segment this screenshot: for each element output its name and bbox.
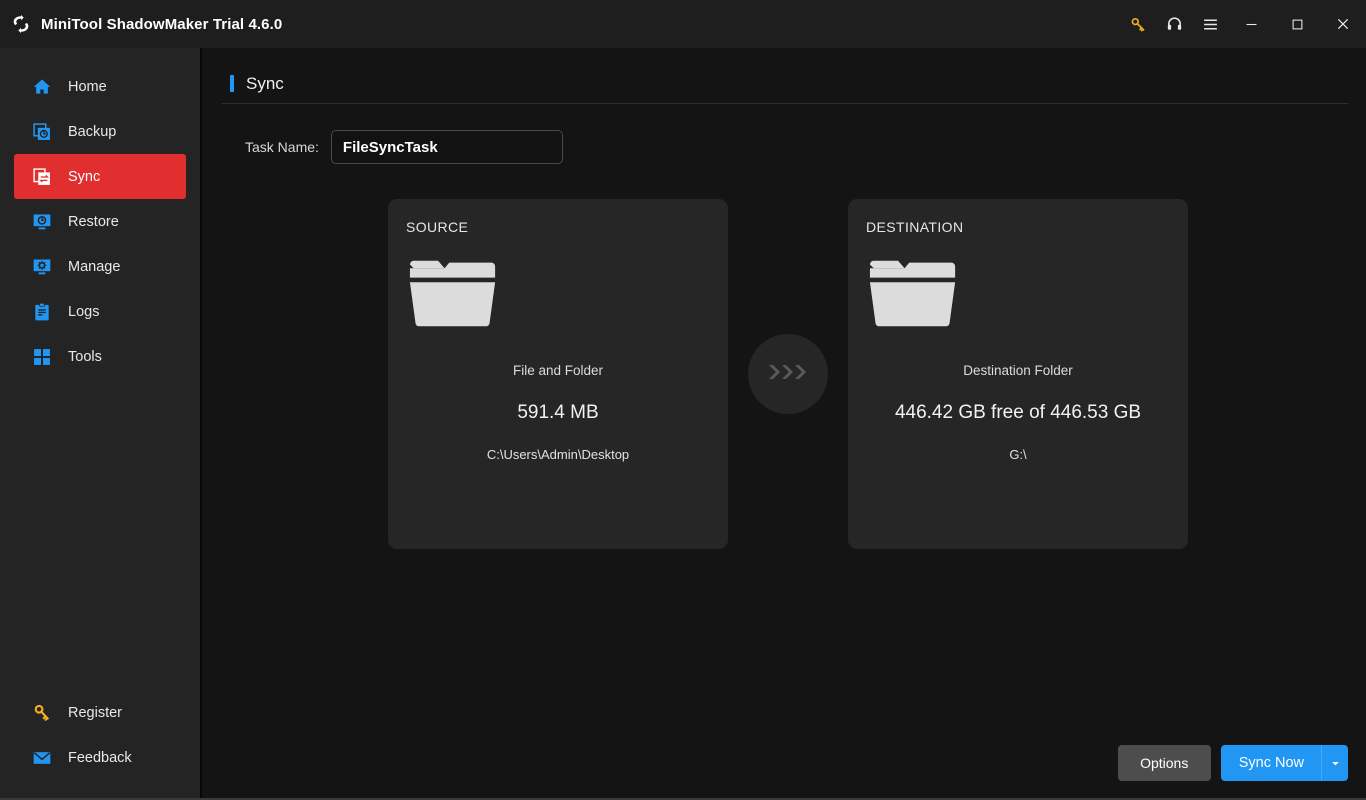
task-name-input[interactable] xyxy=(330,130,563,164)
main-content: Sync Task Name: SOURCE File an xyxy=(202,48,1366,798)
sidebar-item-home[interactable]: Home xyxy=(14,64,186,109)
page-header: Sync xyxy=(222,66,1348,104)
destination-panel-title: DESTINATION xyxy=(866,219,964,235)
sync-panels: SOURCE File and Folder 591.4 MB C:\Users… xyxy=(222,199,1348,549)
sidebar-item-label: Restore xyxy=(68,213,119,230)
page-title: Sync xyxy=(246,73,284,93)
sidebar-item-label: Manage xyxy=(68,258,121,275)
home-icon xyxy=(32,77,52,97)
window-body: Home Backup Sync Restore Manage Logs Too… xyxy=(0,48,1366,798)
sidebar-item-label: Backup xyxy=(68,123,117,140)
sidebar-item-label: Feedback xyxy=(68,749,132,766)
sidebar-item-label: Register xyxy=(68,704,122,721)
app-title: MiniTool ShadowMaker Trial 4.6.0 xyxy=(41,15,283,33)
key-icon[interactable] xyxy=(1120,7,1156,41)
sidebar-item-backup[interactable]: Backup xyxy=(14,109,186,154)
sync-icon xyxy=(32,167,52,187)
hamburger-menu-icon[interactable] xyxy=(1192,7,1228,41)
sidebar-item-restore[interactable]: Restore xyxy=(14,199,186,244)
app-window: MiniTool ShadowMaker Trial 4.6.0 Home Ba… xyxy=(0,0,1366,800)
sidebar: Home Backup Sync Restore Manage Logs Too… xyxy=(0,48,202,798)
folder-icon xyxy=(406,257,710,335)
source-panel-path: C:\Users\Admin\Desktop xyxy=(486,447,630,462)
destination-panel-subtitle: Destination Folder xyxy=(963,363,1073,378)
manage-icon xyxy=(32,257,52,277)
sidebar-item-label: Logs xyxy=(68,303,100,320)
source-panel[interactable]: SOURCE File and Folder 591.4 MB C:\Users… xyxy=(388,199,728,549)
headset-icon[interactable] xyxy=(1156,7,1192,41)
sidebar-item-register[interactable]: Register xyxy=(14,690,186,735)
sidebar-item-label: Tools xyxy=(68,348,102,365)
sidebar-item-manage[interactable]: Manage xyxy=(14,244,186,289)
sidebar-item-tools[interactable]: Tools xyxy=(14,334,186,379)
caret-down-icon[interactable] xyxy=(1322,745,1348,781)
minimize-icon[interactable] xyxy=(1228,7,1274,41)
maximize-icon[interactable] xyxy=(1274,7,1320,41)
task-name-label: Task Name: xyxy=(245,139,319,155)
sidebar-item-sync[interactable]: Sync xyxy=(14,154,186,199)
restore-icon xyxy=(32,212,52,232)
sync-logo-icon xyxy=(10,13,32,35)
title-bar: MiniTool ShadowMaker Trial 4.6.0 xyxy=(0,0,1366,48)
source-panel-subtitle: File and Folder xyxy=(512,363,604,378)
folder-icon xyxy=(866,257,1170,335)
destination-panel[interactable]: DESTINATION Destination Folder 446.42 GB… xyxy=(848,199,1188,549)
page-title-accent-bar xyxy=(230,75,234,92)
backup-icon xyxy=(32,122,52,142)
close-icon[interactable] xyxy=(1320,7,1366,41)
sidebar-item-feedback[interactable]: Feedback xyxy=(14,735,186,780)
sync-now-split-button[interactable]: Sync Now xyxy=(1220,745,1348,781)
options-button[interactable]: Options xyxy=(1117,745,1211,781)
source-panel-size: 591.4 MB xyxy=(517,402,599,423)
sidebar-bottom-group: Register Feedback xyxy=(0,690,200,798)
sync-now-button[interactable]: Sync Now xyxy=(1221,745,1321,781)
sidebar-item-label: Home xyxy=(68,78,107,95)
sidebar-item-label: Sync xyxy=(68,168,101,185)
transfer-arrow-area xyxy=(728,199,848,414)
footer-actions: Options Sync Now xyxy=(1117,745,1348,781)
destination-panel-path: G:\ xyxy=(1009,447,1027,462)
envelope-icon xyxy=(32,748,52,768)
sidebar-item-logs[interactable]: Logs xyxy=(14,289,186,334)
task-name-row: Task Name: xyxy=(222,130,1348,164)
key-icon xyxy=(32,703,52,723)
logs-icon xyxy=(32,302,52,322)
tools-icon xyxy=(32,347,52,367)
transfer-direction-indicator xyxy=(748,334,828,414)
destination-panel-capacity: 446.42 GB free of 446.53 GB xyxy=(894,402,1142,423)
source-panel-title: SOURCE xyxy=(406,219,469,235)
triple-chevron-right-icon xyxy=(766,361,810,388)
